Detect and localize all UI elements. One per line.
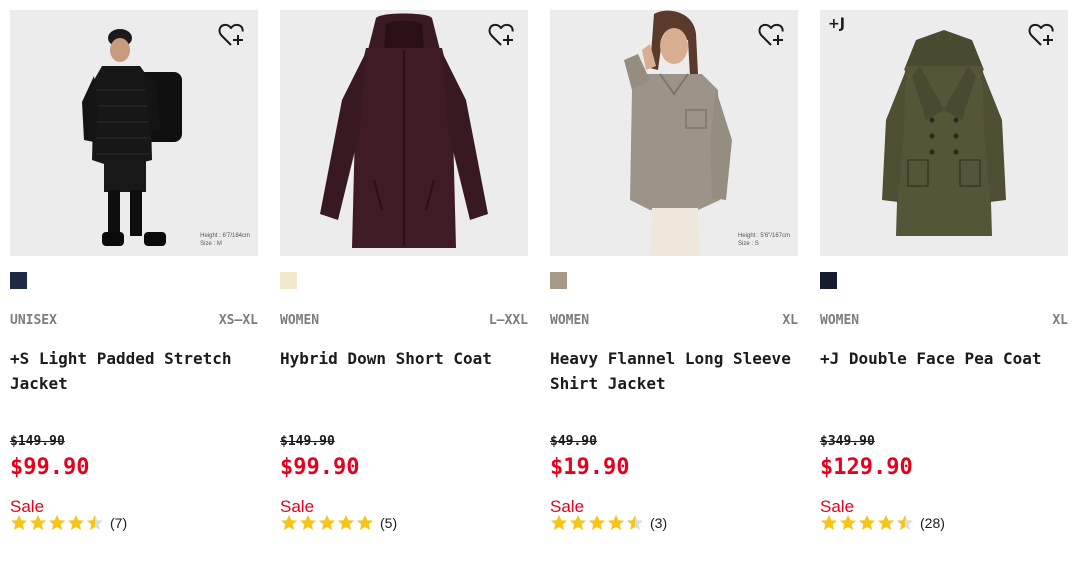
sale-price: $99.90 <box>280 455 360 480</box>
product-card[interactable]: WOMEN L–XXL Hybrid Down Short Coat $149.… <box>280 10 528 531</box>
star-icon <box>299 514 317 530</box>
review-count[interactable]: (28) <box>920 515 945 531</box>
star-rating <box>550 514 644 532</box>
rating: (7) <box>10 514 127 532</box>
star-icon <box>858 514 876 530</box>
size-range: XS–XL <box>218 313 258 328</box>
star-icon <box>588 514 606 530</box>
product-image[interactable]: Height : 6'7/184cm Size : M <box>10 10 258 256</box>
star-icon <box>29 514 47 530</box>
star-icon <box>48 514 66 530</box>
gender-label: WOMEN <box>550 313 590 328</box>
heart-plus-icon[interactable] <box>218 22 246 48</box>
review-count[interactable]: (7) <box>110 515 127 531</box>
star-icon <box>550 514 568 530</box>
star-icon <box>86 514 104 530</box>
review-count[interactable]: (3) <box>650 515 667 531</box>
model-height: Height : 5'6"/167cm <box>738 233 790 239</box>
rating: (3) <box>550 514 667 532</box>
product-card[interactable]: +J WOMEN XL +J Double Face Pea Coat $349… <box>820 10 1068 531</box>
sale-price: $19.90 <box>550 455 630 480</box>
star-rating <box>10 514 104 532</box>
color-swatch[interactable] <box>820 272 837 289</box>
star-icon <box>626 514 644 530</box>
product-meta: UNISEX XS–XL <box>10 313 258 328</box>
original-price: $49.90 <box>550 434 597 449</box>
star-icon <box>10 514 28 530</box>
product-meta: WOMEN L–XXL <box>280 313 528 328</box>
heart-plus-icon[interactable] <box>488 22 516 48</box>
model-size-note: Height : 5'6"/167cm Size : S <box>738 232 790 248</box>
product-image[interactable]: Height : 5'6"/167cm Size : S <box>550 10 798 256</box>
product-image[interactable] <box>280 10 528 256</box>
brand-tag: +J <box>828 16 845 32</box>
model-size: Size : M <box>200 241 222 247</box>
heart-plus-icon[interactable] <box>758 22 786 48</box>
size-range: XL <box>1052 313 1068 328</box>
star-icon <box>280 514 298 530</box>
star-rating <box>280 514 374 532</box>
model-height: Height : 6'7/184cm <box>200 233 250 239</box>
product-title[interactable]: Hybrid Down Short Coat <box>280 346 528 371</box>
star-icon <box>356 514 374 530</box>
rating: (5) <box>280 514 397 532</box>
model-size: Size : S <box>738 241 759 247</box>
original-price: $349.90 <box>820 434 875 449</box>
product-title[interactable]: +J Double Face Pea Coat <box>820 346 1068 371</box>
gender-label: WOMEN <box>820 313 860 328</box>
sale-price: $129.90 <box>820 455 913 480</box>
color-swatch[interactable] <box>10 272 27 289</box>
rating: (28) <box>820 514 945 532</box>
size-range: L–XXL <box>488 313 528 328</box>
product-card[interactable]: Height : 5'6"/167cm Size : S WOMEN XL He… <box>550 10 798 531</box>
star-icon <box>607 514 625 530</box>
star-icon <box>820 514 838 530</box>
original-price: $149.90 <box>280 434 335 449</box>
product-meta: WOMEN XL <box>820 313 1068 328</box>
review-count[interactable]: (5) <box>380 515 397 531</box>
star-icon <box>67 514 85 530</box>
gender-label: WOMEN <box>280 313 320 328</box>
sale-price: $99.90 <box>10 455 90 480</box>
heart-plus-icon[interactable] <box>1028 22 1056 48</box>
color-swatch[interactable] <box>550 272 567 289</box>
original-price: $149.90 <box>10 434 65 449</box>
product-image[interactable]: +J <box>820 10 1068 256</box>
star-icon <box>839 514 857 530</box>
star-rating <box>820 514 914 532</box>
product-title[interactable]: +S Light Padded Stretch Jacket <box>10 346 258 396</box>
product-grid: Height : 6'7/184cm Size : M UNISEX XS–XL… <box>0 0 1080 574</box>
star-icon <box>877 514 895 530</box>
product-meta: WOMEN XL <box>550 313 798 328</box>
model-size-note: Height : 6'7/184cm Size : M <box>200 232 250 248</box>
star-icon <box>896 514 914 530</box>
product-card[interactable]: Height : 6'7/184cm Size : M UNISEX XS–XL… <box>10 10 258 531</box>
color-swatch[interactable] <box>280 272 297 289</box>
star-icon <box>569 514 587 530</box>
gender-label: UNISEX <box>10 313 57 328</box>
size-range: XL <box>782 313 798 328</box>
product-title[interactable]: Heavy Flannel Long Sleeve Shirt Jacket <box>550 346 798 396</box>
star-icon <box>337 514 355 530</box>
star-icon <box>318 514 336 530</box>
